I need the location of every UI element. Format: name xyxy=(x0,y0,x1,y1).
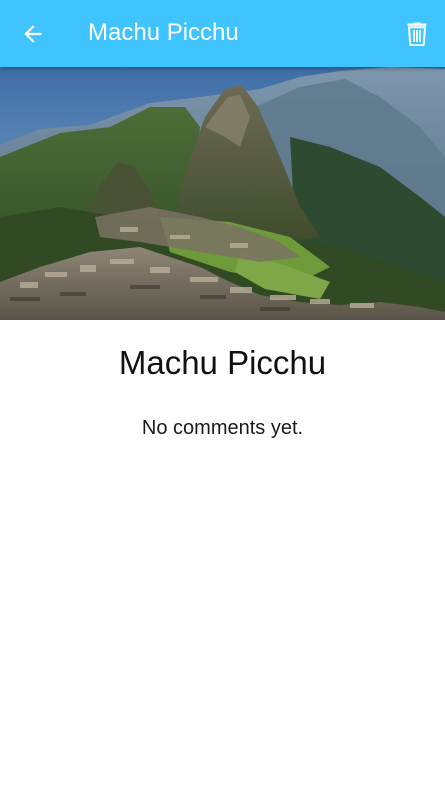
place-photo xyxy=(0,67,445,320)
place-detail-screen: Machu Picchu Machu Picchu No comments ye… xyxy=(0,0,445,796)
trash-icon xyxy=(407,22,427,46)
place-title: Machu Picchu xyxy=(118,344,327,381)
back-button[interactable] xyxy=(5,0,61,67)
arrow-left-icon xyxy=(24,24,42,43)
comments-empty-message: No comments yet. xyxy=(141,417,304,439)
app-bar: Machu Picchu xyxy=(0,0,445,67)
delete-button[interactable] xyxy=(389,0,445,67)
app-bar-title: Machu Picchu xyxy=(88,19,239,46)
